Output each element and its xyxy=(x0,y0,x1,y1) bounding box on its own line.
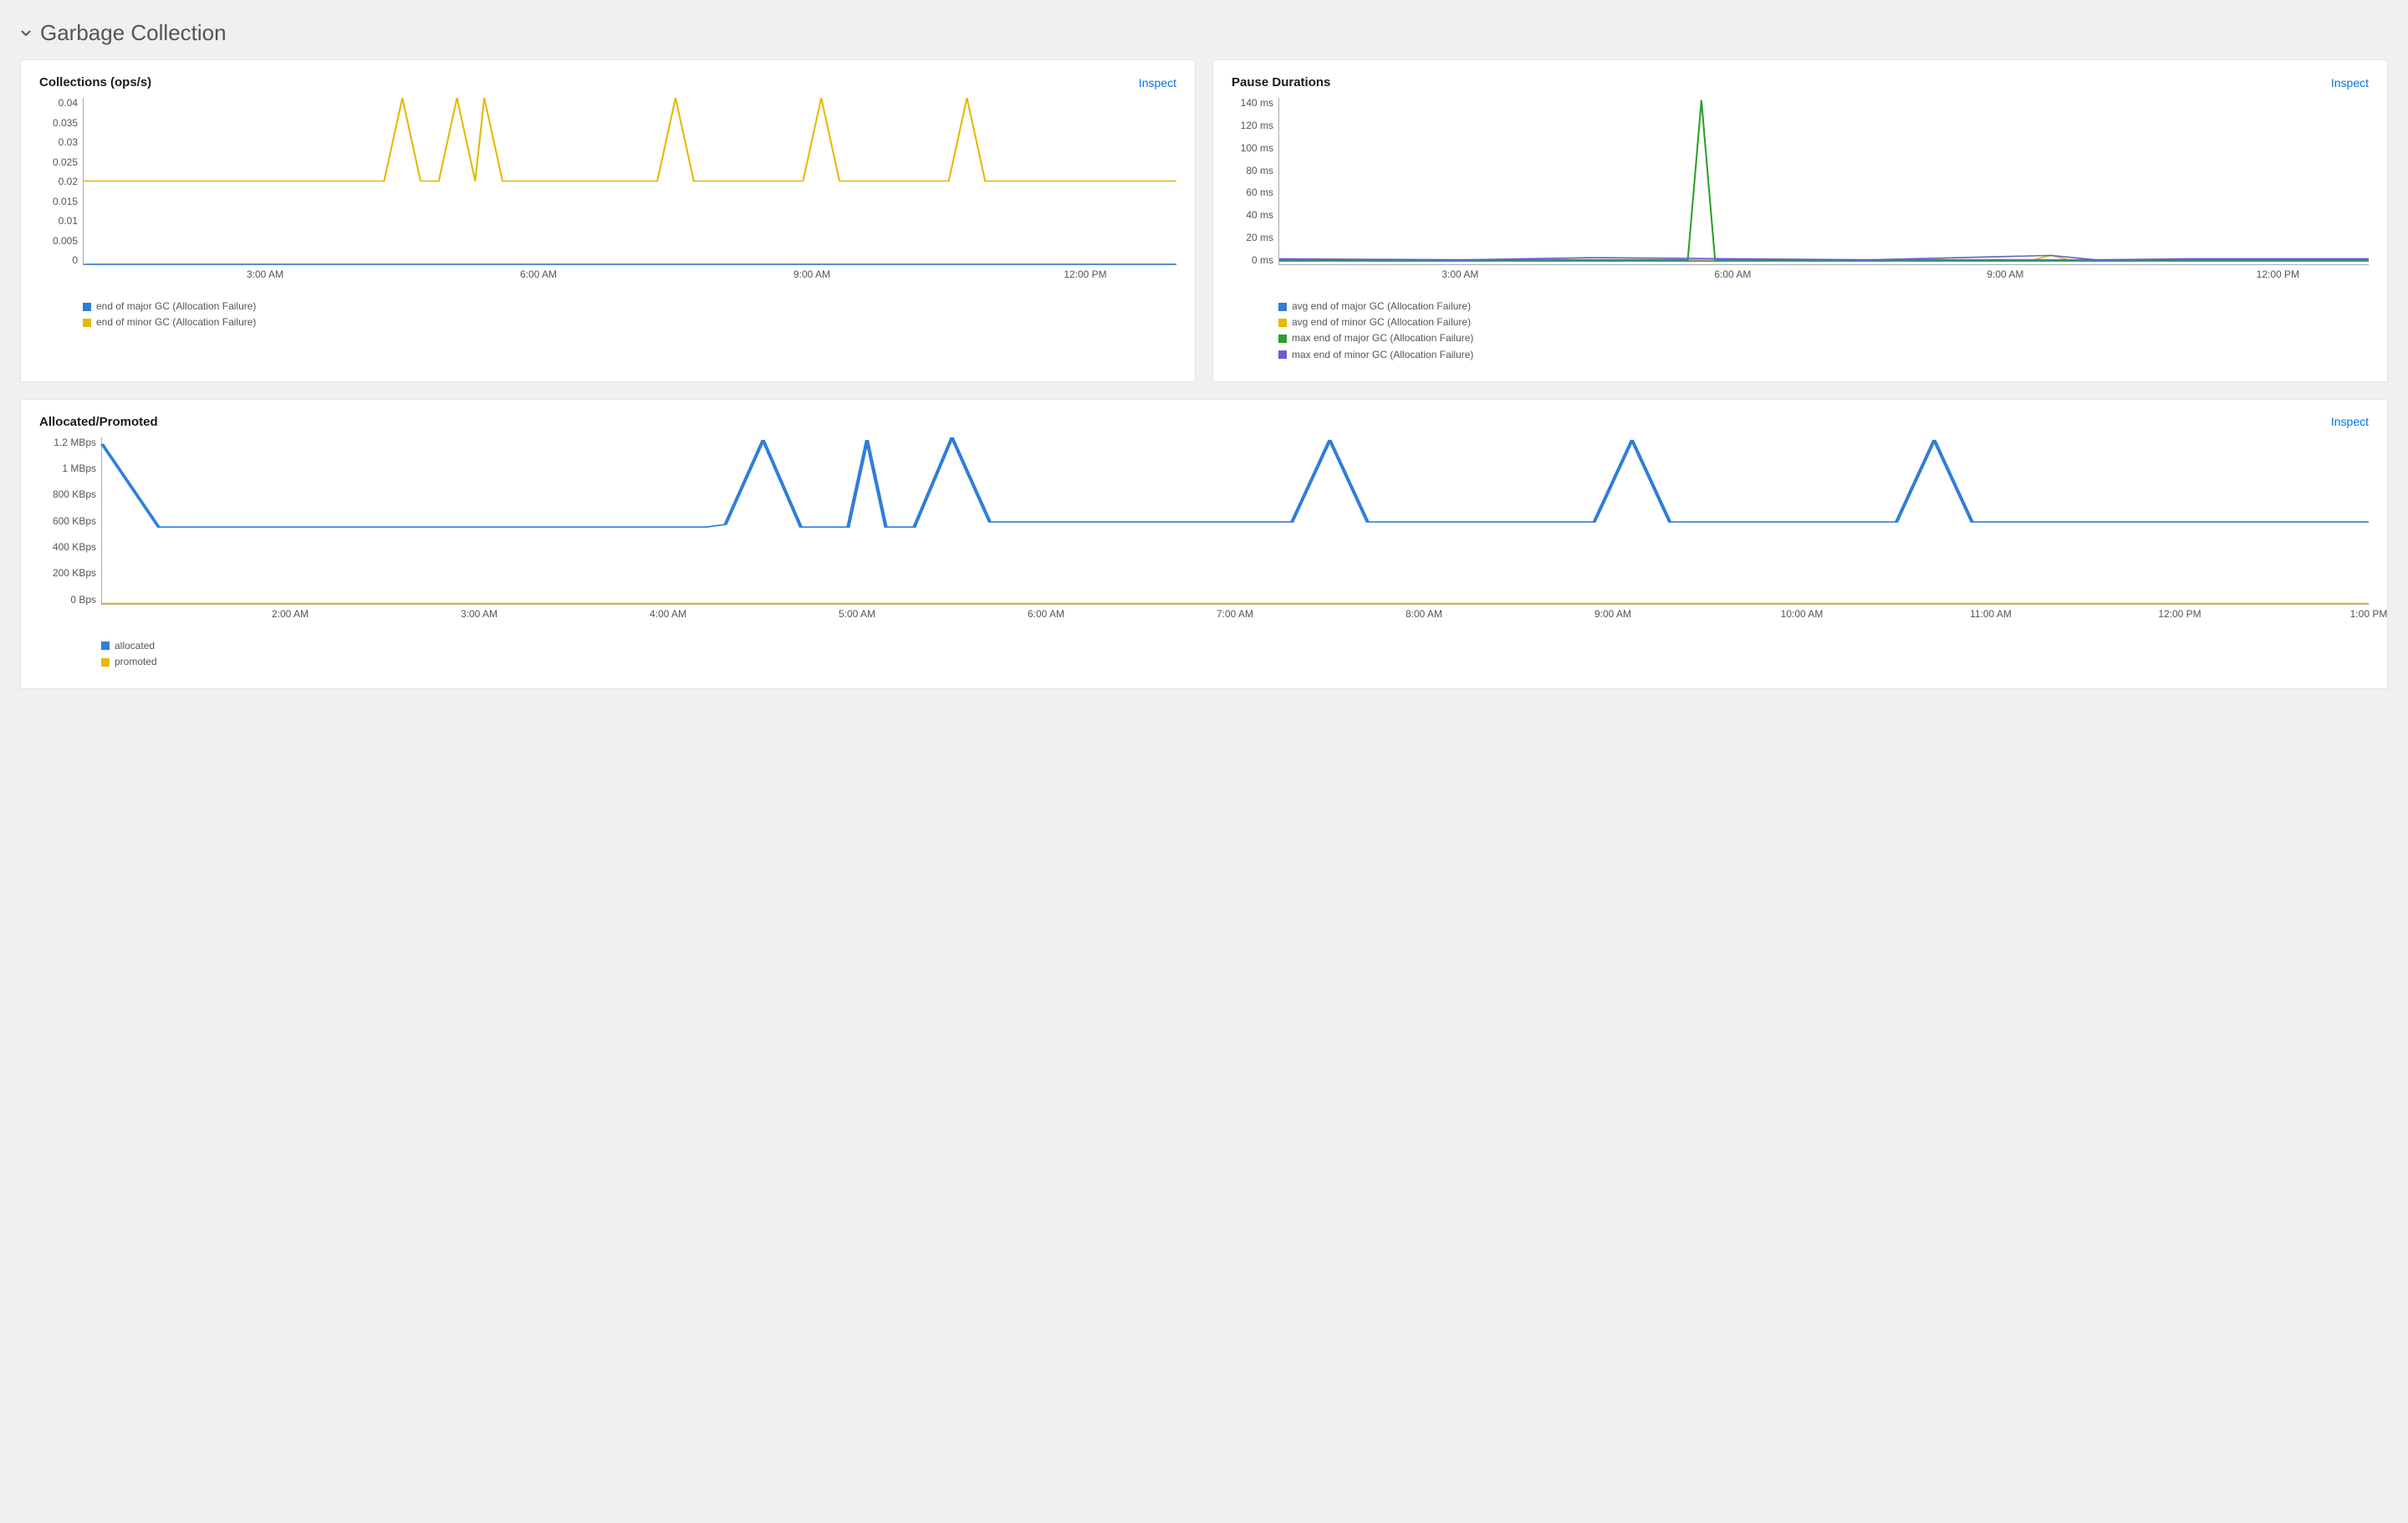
y-tick: 400 KBps xyxy=(53,542,96,552)
y-tick: 0.005 xyxy=(53,236,78,246)
x-tick: 6:00 AM xyxy=(520,268,557,280)
chart-pause-durations: 140 ms 120 ms 100 ms 80 ms 60 ms 40 ms 20 ms 0 … xyxy=(1232,98,2369,363)
y-tick: 800 KBps xyxy=(53,489,96,499)
legend-item: max end of minor GC (Allocation Failure) xyxy=(1278,347,2369,363)
y-tick: 0.03 xyxy=(59,137,78,147)
section-title: Garbage Collection xyxy=(40,20,227,46)
panel-pause-durations: Pause Durations Inspect 140 ms 120 ms 100 … xyxy=(1212,59,2388,382)
y-tick: 0 ms xyxy=(1252,255,1273,265)
y-tick: 60 ms xyxy=(1246,187,1273,197)
x-tick: 10:00 AM xyxy=(1781,608,1824,620)
legend-item: promoted xyxy=(101,654,2369,670)
legend-label: end of major GC (Allocation Failure) xyxy=(96,299,256,314)
y-tick: 140 ms xyxy=(1241,98,1273,108)
y-axis: 0.04 0.035 0.03 0.025 0.02 0.015 0.01 0.005 0 xyxy=(39,98,83,265)
legend-item: allocated xyxy=(101,638,2369,654)
plot-area xyxy=(101,437,2369,605)
y-tick: 0.02 xyxy=(59,176,78,187)
y-tick: 200 KBps xyxy=(53,568,96,578)
plot-area xyxy=(83,98,1176,265)
plot-area xyxy=(1278,98,2369,265)
legend-item: end of minor GC (Allocation Failure) xyxy=(83,314,1176,330)
y-tick: 0 xyxy=(72,255,78,265)
legend-item: end of major GC (Allocation Failure) xyxy=(83,299,1176,314)
section-toggle[interactable]: Garbage Collection xyxy=(20,20,2388,46)
x-tick: 11:00 AM xyxy=(1970,608,2012,620)
legend: avg end of major GC (Allocation Failure)… xyxy=(1232,299,2369,363)
inspect-link[interactable]: Inspect xyxy=(1139,76,1176,89)
legend-label: promoted xyxy=(115,654,157,670)
legend-item: avg end of minor GC (Allocation Failure) xyxy=(1278,314,2369,330)
series-line xyxy=(1279,255,2369,259)
x-tick: 4:00 AM xyxy=(650,608,686,620)
x-tick: 1:00 PM xyxy=(2350,608,2388,620)
y-tick: 0.035 xyxy=(53,118,78,128)
legend-swatch xyxy=(101,658,110,667)
x-tick: 2:00 AM xyxy=(272,608,309,620)
x-tick: 9:00 AM xyxy=(793,268,830,280)
y-axis: 140 ms 120 ms 100 ms 80 ms 60 ms 40 ms 20 ms 0 … xyxy=(1232,98,1278,265)
y-tick: 40 ms xyxy=(1246,210,1273,220)
legend: end of major GC (Allocation Failure) end… xyxy=(39,299,1176,330)
y-axis: 1.2 MBps 1 MBps 800 KBps 600 KBps 400 KBps 20… xyxy=(39,437,101,605)
y-tick: 0.015 xyxy=(53,197,78,207)
y-tick: 80 ms xyxy=(1246,166,1273,176)
x-tick: 9:00 AM xyxy=(1594,608,1631,620)
x-tick: 6:00 AM xyxy=(1714,268,1751,280)
x-tick: 8:00 AM xyxy=(1406,608,1442,620)
panel-title: Collections (ops/s) xyxy=(39,75,151,89)
x-axis: 3:00 AM 6:00 AM 9:00 AM 12:00 PM xyxy=(1232,268,2369,282)
y-tick: 0.025 xyxy=(53,157,78,167)
legend-label: avg end of minor GC (Allocation Failure) xyxy=(1292,314,1471,330)
legend-label: avg end of major GC (Allocation Failure) xyxy=(1292,299,1471,314)
legend-label: max end of minor GC (Allocation Failure) xyxy=(1292,347,1473,363)
panel-collections: Collections (ops/s) Inspect 0.040.0350.0… xyxy=(20,59,1196,382)
legend-swatch xyxy=(1278,319,1287,327)
legend-swatch xyxy=(83,319,91,327)
legend-swatch xyxy=(83,303,91,311)
panel-title: Allocated/Promoted xyxy=(39,415,158,429)
series-line xyxy=(84,98,1176,181)
inspect-link[interactable]: Inspect xyxy=(2331,76,2369,89)
legend-label: allocated xyxy=(115,638,155,654)
panel-title: Pause Durations xyxy=(1232,75,1330,89)
x-tick: 12:00 PM xyxy=(2257,268,2299,280)
y-tick: 100 ms xyxy=(1241,143,1273,153)
y-tick: 1.2 MBps xyxy=(54,437,96,447)
x-axis: 2:00 AM 3:00 AM 4:00 AM 5:00 AM 6:00 AM 7:00 … xyxy=(39,608,2369,621)
x-tick: 12:00 PM xyxy=(2158,608,2201,620)
x-axis: 3:00 AM 6:00 AM 9:00 AM 12:00 PM xyxy=(39,268,1176,282)
x-tick: 3:00 AM xyxy=(1441,268,1478,280)
x-tick: 12:00 PM xyxy=(1064,268,1106,280)
panel-allocated-promoted: Allocated/Promoted Inspect 1.2 MBps 1 MBp… xyxy=(20,399,2388,689)
chart-allocated-promoted: 1.2 MBps 1 MBps 800 KBps 600 KBps 400 KBps 20… xyxy=(39,437,2369,670)
legend-item: max end of major GC (Allocation Failure) xyxy=(1278,330,2369,346)
x-tick: 3:00 AM xyxy=(461,608,497,620)
series-line xyxy=(102,437,2369,527)
y-tick: 120 ms xyxy=(1241,120,1273,130)
legend-swatch xyxy=(1278,335,1287,343)
legend-label: max end of major GC (Allocation Failure) xyxy=(1292,330,1473,346)
y-tick: 20 ms xyxy=(1246,233,1273,243)
x-tick: 5:00 AM xyxy=(839,608,875,620)
y-tick: 0.01 xyxy=(59,216,78,226)
legend-swatch xyxy=(1278,303,1287,311)
legend-label: end of minor GC (Allocation Failure) xyxy=(96,314,256,330)
inspect-link[interactable]: Inspect xyxy=(2331,415,2369,428)
x-tick: 6:00 AM xyxy=(1028,608,1064,620)
legend-swatch xyxy=(101,641,110,650)
chevron-down-icon xyxy=(20,28,32,38)
legend-swatch xyxy=(1278,350,1287,359)
legend-item: avg end of major GC (Allocation Failure) xyxy=(1278,299,2369,314)
legend: allocated promoted xyxy=(39,638,2369,670)
x-tick: 7:00 AM xyxy=(1217,608,1253,620)
x-tick: 3:00 AM xyxy=(247,268,283,280)
series-line xyxy=(1279,100,2369,260)
y-tick: 0.04 xyxy=(59,98,78,108)
y-tick: 0 Bps xyxy=(70,595,96,605)
chart-collections: 0.04 0.035 0.03 0.025 0.02 0.015 0.01 0.005 0 3:… xyxy=(39,98,1176,330)
y-tick: 1 MBps xyxy=(62,463,96,473)
x-tick: 9:00 AM xyxy=(1987,268,2023,280)
y-tick: 600 KBps xyxy=(53,516,96,526)
